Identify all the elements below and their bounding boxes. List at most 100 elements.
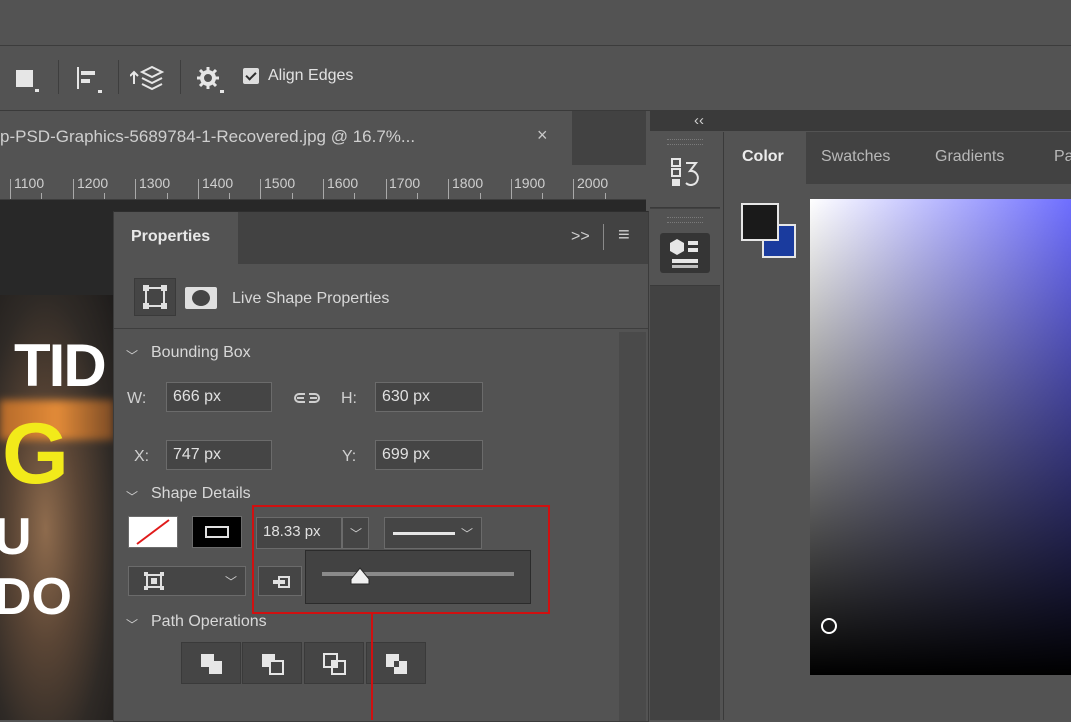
path-operations-label[interactable]: Path Operations: [151, 613, 267, 631]
x-label: X:: [134, 448, 150, 465]
properties-panel: Properties >> ≡ Live Shape Properties ﹀ …: [113, 211, 649, 722]
tab-swatches[interactable]: Swatches: [821, 148, 890, 166]
document-tab-title[interactable]: p-PSD-Graphics-5689784-1-Recovered.jpg @…: [0, 127, 415, 147]
ruler-label: 1700: [389, 175, 421, 191]
subtract-front-shape-button[interactable]: [242, 642, 302, 684]
ruler-tick: [542, 193, 544, 199]
separator: [58, 60, 59, 94]
properties-icon-bg: [660, 233, 710, 273]
panel-icon-strip: [650, 111, 720, 720]
document-tab[interactable]: p-PSD-Graphics-5689784-1-Recovered.jpg @…: [0, 111, 572, 165]
shape-fill-icon[interactable]: [16, 70, 33, 87]
divider: [114, 328, 648, 329]
height-label: H:: [341, 390, 357, 407]
menu-strip: [0, 0, 1071, 46]
no-fill-icon: [136, 519, 170, 545]
panel-collapse-bar[interactable]: ‹‹: [650, 111, 1071, 131]
chevron-down-icon[interactable]: ﹀: [126, 347, 138, 364]
tab-gradients[interactable]: Gradients: [935, 148, 1004, 166]
foreground-color-swatch[interactable]: [741, 203, 779, 241]
panel-menu-icon[interactable]: ≡: [618, 224, 630, 247]
color-picker-field[interactable]: [810, 199, 1071, 675]
width-label: W:: [127, 390, 147, 407]
ruler-label: 1800: [452, 175, 484, 191]
fill-swatch[interactable]: [128, 516, 178, 548]
canvas-artwork: TID G U DO: [0, 295, 114, 720]
align-stroke-dropdown[interactable]: ﹀: [128, 566, 246, 596]
link-icon[interactable]: [292, 391, 322, 405]
tab-patterns[interactable]: Pa: [1054, 148, 1071, 166]
ruler-label: 1300: [139, 175, 171, 191]
stroke-swatch-icon: [205, 526, 229, 538]
exclude-shapes-icon: [386, 654, 407, 674]
separator: [180, 60, 181, 94]
color-panel-tabs: Color Swatches Gradients Pa: [724, 132, 1071, 184]
ruler-tick: [604, 193, 606, 199]
combine-shapes-icon: [201, 654, 222, 674]
y-position-field[interactable]: 699 px: [375, 440, 483, 470]
ruler-tick: [479, 193, 481, 199]
stroke-swatch[interactable]: [192, 516, 242, 548]
transform-icon: [143, 285, 167, 309]
ruler-label: 1500: [264, 175, 296, 191]
panel-grip: [667, 139, 703, 145]
history-icon: [671, 158, 699, 186]
horizontal-ruler: 1100 1200 1300 1400 1500 1600 1700 1800 …: [0, 165, 646, 200]
ruler-tick: [135, 179, 137, 199]
ruler-tick: [323, 179, 324, 199]
properties-header: Properties >> ≡: [114, 212, 648, 264]
ruler-tick: [229, 193, 231, 199]
x-position-field[interactable]: 747 px: [166, 440, 272, 470]
y-label: Y:: [342, 448, 357, 465]
dropdown-corner-icon: [35, 89, 39, 92]
panel-grip: [667, 217, 703, 223]
ruler-tick: [448, 179, 450, 199]
properties-icon: [670, 239, 698, 268]
ruler-tick: [510, 179, 512, 199]
ruler-tick: [166, 193, 168, 199]
ruler-tick: [10, 179, 11, 199]
width-field[interactable]: 666 px: [166, 382, 272, 412]
mask-icon[interactable]: [184, 286, 218, 310]
ruler-label: 1200: [77, 175, 109, 191]
properties-tab[interactable]: Properties: [114, 212, 238, 264]
collapse-panels-icon[interactable]: ‹‹: [694, 112, 704, 129]
ruler-tick: [72, 179, 74, 199]
history-panel-button[interactable]: [650, 131, 720, 208]
separator: [118, 60, 119, 94]
chevron-down-icon[interactable]: ﹀: [126, 616, 138, 633]
height-field[interactable]: 630 px: [375, 382, 483, 412]
ruler-tick: [41, 193, 43, 199]
combine-shapes-button[interactable]: [181, 642, 241, 684]
tab-color[interactable]: Color: [742, 148, 784, 166]
ruler-tick: [354, 193, 356, 199]
color-picker-handle[interactable]: [821, 618, 837, 634]
properties-panel-button[interactable]: [650, 209, 720, 286]
close-icon[interactable]: ×: [537, 125, 548, 146]
intersect-shapes-icon: [323, 653, 346, 675]
artwork-text: G: [2, 406, 69, 502]
ruler-tick: [291, 193, 293, 199]
ruler-tick: [103, 193, 105, 199]
ruler-label: 1400: [202, 175, 234, 191]
ruler-tick: [260, 179, 262, 199]
subtract-shape-icon: [262, 654, 284, 675]
ruler-label: 1100: [14, 175, 45, 191]
path-arrangement-icon[interactable]: [130, 62, 170, 96]
live-shape-button[interactable]: [134, 278, 176, 316]
path-alignment-icon[interactable]: [76, 66, 106, 94]
align-edges-label[interactable]: Align Edges: [268, 67, 353, 85]
expand-panel-icon[interactable]: >>: [571, 228, 590, 246]
live-shape-label: Live Shape Properties: [232, 290, 390, 307]
gear-icon[interactable]: [196, 66, 226, 94]
intersect-shape-areas-button[interactable]: [304, 642, 364, 684]
scrollbar[interactable]: [619, 332, 646, 721]
bounding-box-label[interactable]: Bounding Box: [151, 344, 251, 362]
exclude-overlapping-shapes-button[interactable]: [366, 642, 426, 684]
align-edges-checkbox[interactable]: [243, 68, 259, 84]
color-panel: Color Swatches Gradients Pa: [723, 132, 1071, 720]
ruler-tick: [416, 193, 418, 199]
ruler-tick: [197, 179, 199, 199]
chevron-down-icon[interactable]: ﹀: [126, 488, 138, 505]
shape-details-label[interactable]: Shape Details: [151, 485, 251, 503]
